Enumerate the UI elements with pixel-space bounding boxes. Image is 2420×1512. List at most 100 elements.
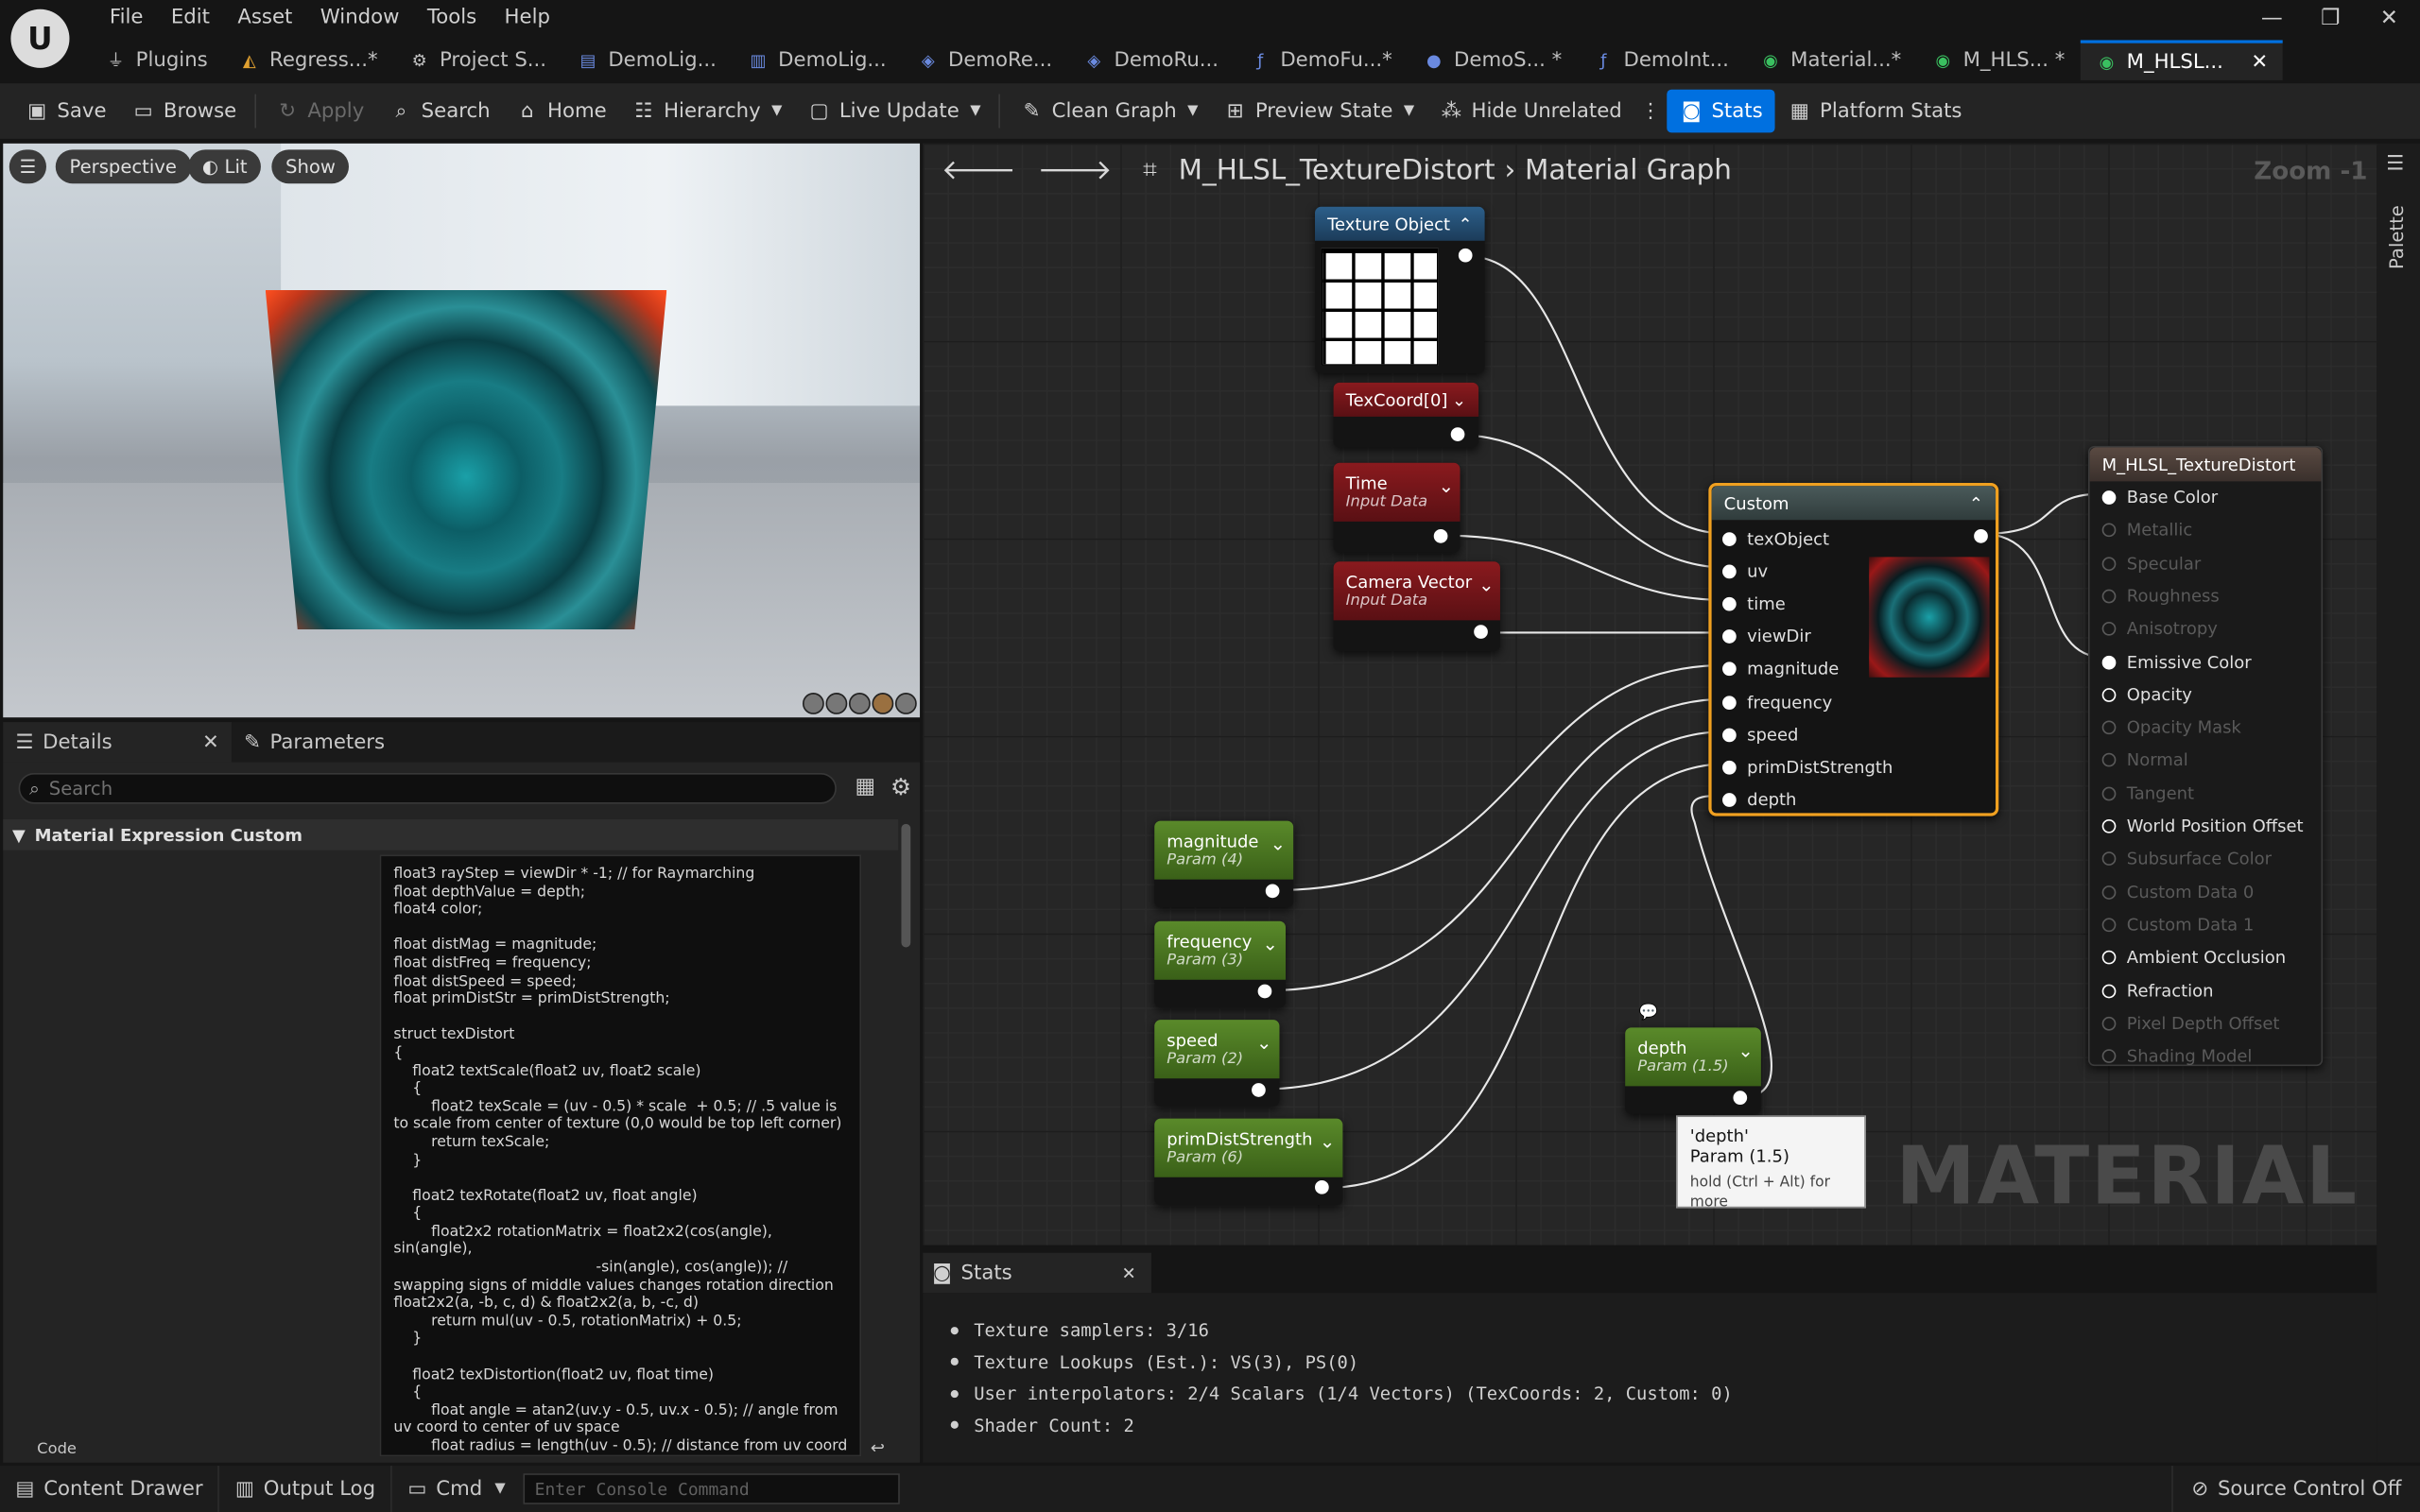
perspective-button[interactable]: Perspective [55, 149, 191, 184]
result-pin-row[interactable]: Opacity Mask [2101, 717, 2241, 738]
result-pin-row[interactable]: World Position Offset [2101, 816, 2304, 836]
input-pin[interactable] [1722, 629, 1737, 644]
result-pin-row[interactable]: Refraction [2101, 981, 2214, 1001]
node-camera-vector[interactable]: Camera Vector Input Data ⌄ [1333, 561, 1500, 651]
collapse-icon[interactable]: ⌃ [1969, 493, 1983, 513]
cylinder-preview-icon[interactable] [802, 693, 824, 714]
close-stats-icon[interactable]: ✕ [1122, 1263, 1136, 1282]
custom-input-depth[interactable]: depth [1722, 790, 1796, 810]
source-control-button[interactable]: ⊘ Source Control Off [2171, 1466, 2420, 1512]
result-pin-row[interactable]: Subsurface Color [2101, 849, 2272, 869]
custom-input-viewdir[interactable]: viewDir [1722, 627, 1811, 646]
result-pin-row[interactable]: Specular [2101, 553, 2201, 574]
node-texcoord[interactable]: TexCoord[0] ⌄ [1333, 382, 1479, 448]
more-options-icon[interactable]: ⋮ [1634, 90, 1667, 133]
input-pin[interactable] [2101, 753, 2117, 768]
input-pin[interactable] [2101, 490, 2117, 505]
menu-file[interactable]: File [95, 3, 157, 32]
result-pin-row[interactable]: Roughness [2101, 586, 2220, 606]
restore-button[interactable]: ❐ [2312, 7, 2349, 31]
input-pin[interactable] [2101, 589, 2117, 604]
close-tab-icon[interactable]: ✕ [2251, 50, 2268, 73]
chevron-down-icon[interactable]: ⌄ [1256, 1032, 1271, 1054]
result-pin-row[interactable]: Ambient Occlusion [2101, 948, 2286, 968]
menu-tools[interactable]: Tools [413, 3, 491, 32]
chevron-down-icon[interactable]: ⌄ [1452, 389, 1466, 409]
tab-demolight-2[interactable]: ▥ DemoLig... [732, 40, 902, 79]
node-custom[interactable]: Custom ⌃ texObject uv time viewDir magnit… [1708, 483, 1999, 816]
collapse-icon[interactable]: ⌃ [1459, 214, 1473, 233]
tab-m-hlsl-active[interactable]: ◉ M_HLSL... ✕ [2080, 40, 2284, 80]
custom-input-texobject[interactable]: texObject [1722, 529, 1829, 549]
result-pin-row[interactable]: Base Color [2101, 488, 2218, 507]
input-pin[interactable] [2101, 983, 2117, 998]
output-pin[interactable] [1252, 1083, 1266, 1097]
custom-input-magnitude[interactable]: magnitude [1722, 659, 1839, 679]
apply-button[interactable]: ↻ Apply [263, 90, 376, 133]
input-pin[interactable] [2101, 918, 2117, 932]
chevron-down-icon[interactable]: ⌄ [1270, 833, 1286, 855]
tab-demoru[interactable]: ◈ DemoRu... [1067, 40, 1234, 79]
tab-demos[interactable]: ● DemoS... * [1408, 40, 1577, 79]
details-search-input[interactable]: ⌕ Search [18, 772, 837, 804]
grid-view-icon[interactable]: ▦ [855, 775, 875, 799]
live-update-button[interactable]: ▢ Live Update ▼ [794, 90, 993, 133]
input-pin[interactable] [2101, 885, 2117, 900]
clean-graph-button[interactable]: ✎ Clean Graph ▼ [1007, 90, 1210, 133]
custom-input-primdiststrength[interactable]: primDistStrength [1722, 758, 1893, 778]
tab-material[interactable]: ◉ Material...* [1744, 40, 1916, 79]
custom-input-speed[interactable]: speed [1722, 725, 1798, 746]
node-param-magnitude[interactable]: magnitude Param (4) ⌄ [1154, 820, 1294, 907]
plane-preview-icon[interactable] [848, 693, 871, 714]
node-time[interactable]: Time Input Data ⌄ [1333, 462, 1461, 553]
tab-demore[interactable]: ◈ DemoRe... [902, 40, 1067, 79]
result-pin-row[interactable]: Shading Model [2101, 1046, 2252, 1066]
result-pin-row[interactable]: Opacity [2101, 685, 2192, 705]
tab-plugins[interactable]: ⏚ Plugins [90, 40, 223, 79]
save-button[interactable]: ▣ Save [12, 90, 119, 133]
palette-menu-icon[interactable]: ☰ [2386, 153, 2404, 176]
result-pin-row[interactable]: Custom Data 0 [2101, 882, 2254, 902]
tab-demofu[interactable]: ƒ DemoFu...* [1234, 40, 1408, 79]
tab-regression[interactable]: ◭ Regress...* [223, 40, 393, 79]
input-pin[interactable] [2101, 818, 2117, 833]
hide-unrelated-button[interactable]: ⁂ Hide Unrelated [1426, 90, 1634, 133]
browse-button[interactable]: ▭ Browse [119, 90, 250, 133]
input-pin[interactable] [1722, 532, 1737, 546]
material-graph-canvas[interactable]: 🡐 🡒 ⌗ M_HLSL_TextureDistort › Material G… [923, 143, 2377, 1246]
output-pin[interactable] [1257, 984, 1272, 999]
close-window-button[interactable]: ✕ [2371, 7, 2408, 31]
cmd-selector[interactable]: ▭ Cmd ▼ Enter Console Command [392, 1466, 916, 1512]
home-button[interactable]: ⌂ Home [503, 90, 619, 133]
output-pin[interactable] [1974, 529, 1988, 543]
output-pin[interactable] [1433, 529, 1448, 543]
input-pin[interactable] [1722, 564, 1737, 579]
node-material-result[interactable]: M_HLSL_TextureDistort Base Color Metallic… [2087, 445, 2324, 1066]
category-header[interactable]: ▼ Material Expression Custom [3, 818, 899, 850]
input-pin[interactable] [1722, 760, 1737, 775]
output-pin[interactable] [1265, 884, 1280, 899]
node-param-depth[interactable]: depth Param (1.5) ⌄ [1625, 1027, 1761, 1114]
code-editor[interactable]: float3 rayStep = viewDir * -1; // for Ra… [379, 854, 862, 1457]
result-pin-row[interactable]: Pixel Depth Offset [2101, 1013, 2279, 1034]
settings-gear-icon[interactable]: ⚙ [890, 773, 911, 800]
input-pin[interactable] [2101, 1049, 2117, 1064]
input-pin[interactable] [1722, 596, 1737, 611]
menu-help[interactable]: Help [491, 3, 564, 32]
custom-mesh-preview-icon[interactable] [894, 693, 917, 714]
input-pin[interactable] [2101, 523, 2117, 538]
output-pin[interactable] [1474, 625, 1488, 639]
input-pin[interactable] [2101, 556, 2117, 571]
comment-bubble-icon[interactable]: 💬 [1639, 1005, 1658, 1022]
input-pin[interactable] [2101, 720, 2117, 735]
node-param-frequency[interactable]: frequency Param (3) ⌄ [1154, 920, 1286, 1008]
input-pin[interactable] [2101, 851, 2117, 867]
input-pin[interactable] [1722, 696, 1737, 711]
lit-button[interactable]: ◐ Lit [188, 149, 262, 184]
output-pin[interactable] [1733, 1091, 1748, 1105]
chevron-down-icon[interactable]: ⌄ [1439, 475, 1454, 497]
custom-input-uv[interactable]: uv [1722, 561, 1768, 582]
unreal-logo-icon[interactable]: U [10, 9, 70, 68]
console-input[interactable]: Enter Console Command [524, 1473, 901, 1504]
output-pin[interactable] [1315, 1179, 1329, 1194]
